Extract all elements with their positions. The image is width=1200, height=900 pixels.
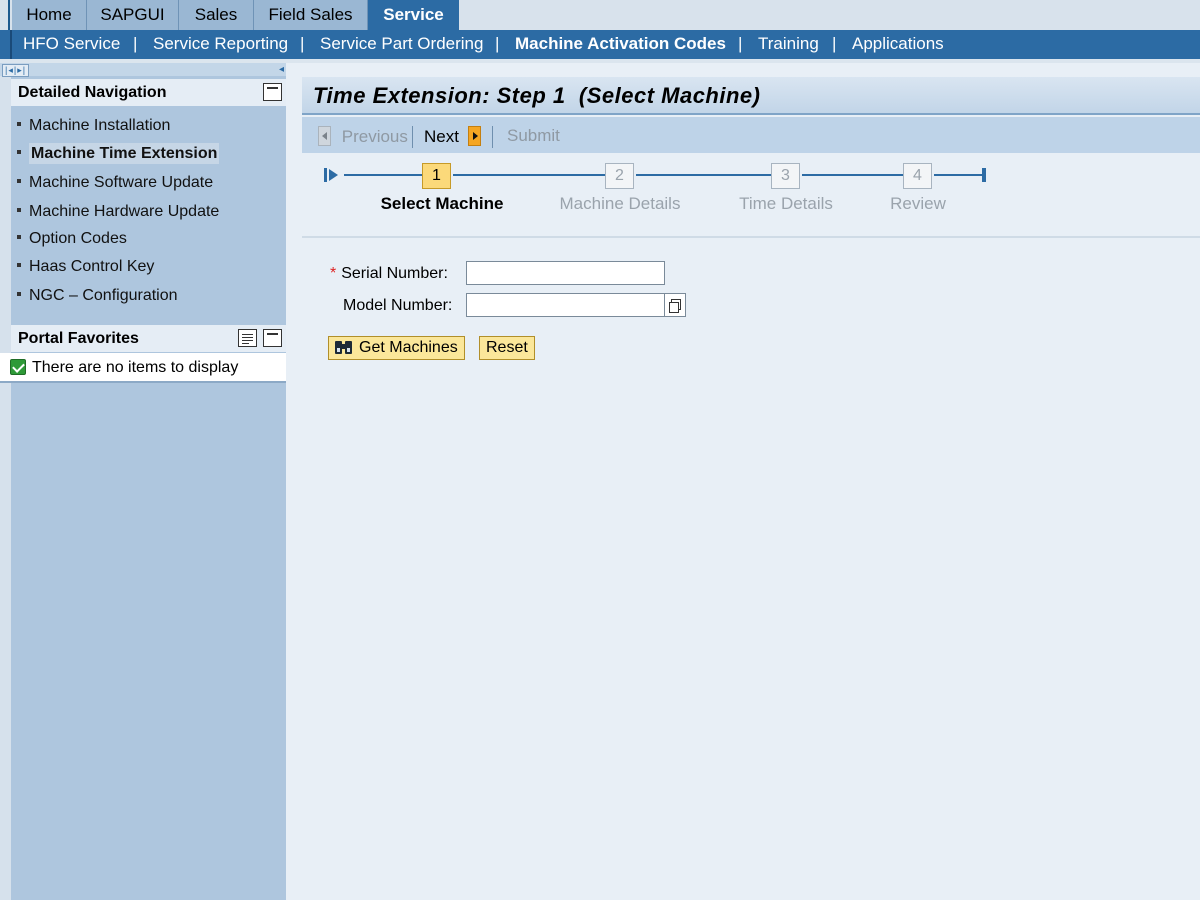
previous-button[interactable]: Previous xyxy=(318,126,408,148)
tab-service[interactable]: Service xyxy=(368,0,459,30)
wizard-connector xyxy=(636,174,771,176)
tab-sales[interactable]: Sales xyxy=(179,0,254,30)
toolbar-separator xyxy=(492,126,493,148)
bullet-icon xyxy=(17,292,21,297)
nav-item-label: Option Codes xyxy=(29,230,127,247)
detailed-navigation-title: Detailed Navigation xyxy=(18,84,167,101)
nav-item-label: Machine Time Extension xyxy=(29,143,220,164)
wizard-connector xyxy=(934,174,982,176)
panel-collapse-bar: |◂|▸| ◂ xyxy=(0,63,286,77)
sub-nav-edge xyxy=(10,30,12,59)
nav-item-label: Haas Control Key xyxy=(29,258,155,275)
nav-item-label: Machine Hardware Update xyxy=(29,203,220,220)
favorites-empty-message: There are no items to display xyxy=(0,353,286,383)
wizard-end-icon xyxy=(982,168,986,182)
wizard-connector xyxy=(453,174,605,176)
tab-home[interactable]: Home xyxy=(12,0,87,30)
bullet-icon xyxy=(17,179,21,184)
serial-number-input[interactable] xyxy=(466,261,665,285)
subnav-service-part-ordering[interactable]: Service Part Ordering xyxy=(320,30,483,58)
wizard-step-1-number[interactable]: 1 xyxy=(422,163,451,189)
serial-number-label: * Serial Number: xyxy=(330,265,448,283)
get-machines-button[interactable]: Get Machines xyxy=(328,336,465,360)
previous-arrow-icon xyxy=(318,126,331,146)
tab-sapgui[interactable]: SAPGUI xyxy=(87,0,179,30)
wizard-step-1-label: Select Machine xyxy=(380,194,504,213)
tab-field-sales[interactable]: Field Sales xyxy=(254,0,368,30)
binoculars-icon xyxy=(335,339,353,355)
subnav-hfo-service[interactable]: HFO Service xyxy=(23,30,120,58)
panel-resize-arrows-icon[interactable]: |◂|▸| xyxy=(2,64,30,77)
subnav-separator: | xyxy=(133,34,138,53)
left-navigation-panel: |◂|▸| ◂ Detailed Navigation Machine Inst… xyxy=(0,63,286,900)
bullet-icon xyxy=(17,122,21,127)
favorites-list-icon[interactable] xyxy=(238,329,257,347)
top-tab-strip: Home SAPGUI Sales Field Sales Service xyxy=(0,0,1200,30)
subnav-training[interactable]: Training xyxy=(758,30,819,58)
subnav-service-reporting[interactable]: Service Reporting xyxy=(153,30,288,58)
page-title: Time Extension: Step 1 (Select Machine) xyxy=(313,83,761,108)
wizard-step-4-label: Review xyxy=(890,194,946,213)
wizard-step-2-number[interactable]: 2 xyxy=(605,163,634,189)
nav-item-label: Machine Installation xyxy=(29,117,171,134)
nav-item-machine-time-extension[interactable]: Machine Time Extension xyxy=(11,142,220,168)
nav-item-machine-hardware-update[interactable]: Machine Hardware Update xyxy=(11,200,219,226)
previous-label: Previous xyxy=(341,127,408,146)
portal-favorites-title: Portal Favorites xyxy=(18,330,139,347)
wizard-connector xyxy=(344,174,422,176)
subnav-separator: | xyxy=(300,34,305,53)
detailed-navigation-header: Detailed Navigation xyxy=(11,79,286,106)
minimize-icon[interactable] xyxy=(263,83,282,101)
wizard-steps: 1 2 3 4 Select Machine Machine Details T… xyxy=(302,157,1200,237)
wizard-connector xyxy=(802,174,903,176)
minimize-icon[interactable] xyxy=(263,329,282,347)
bullet-icon xyxy=(17,208,21,213)
nav-item-haas-control-key[interactable]: Haas Control Key xyxy=(11,255,154,281)
panel-side-strip xyxy=(0,63,11,900)
next-button[interactable]: Next xyxy=(424,126,481,148)
toolbar-separator xyxy=(412,126,413,148)
subnav-separator: | xyxy=(738,34,743,53)
page-title-bar: Time Extension: Step 1 (Select Machine) xyxy=(302,77,1200,115)
nav-item-ngc-configuration[interactable]: NGC – Configuration xyxy=(11,284,178,310)
required-marker: * xyxy=(330,265,337,282)
wizard-step-4-number[interactable]: 4 xyxy=(903,163,932,189)
bullet-icon xyxy=(17,150,21,155)
submit-button[interactable]: Submit xyxy=(507,126,560,148)
nav-item-option-codes[interactable]: Option Codes xyxy=(11,227,127,253)
portal-favorites-header: Portal Favorites xyxy=(11,325,286,352)
subnav-machine-activation-codes[interactable]: Machine Activation Codes xyxy=(515,30,726,58)
next-label: Next xyxy=(424,127,459,146)
nav-item-label: NGC – Configuration xyxy=(29,287,178,304)
nav-item-machine-software-update[interactable]: Machine Software Update xyxy=(11,171,213,197)
favorites-empty-text: There are no items to display xyxy=(32,359,239,376)
next-arrow-icon xyxy=(467,126,481,146)
checkmark-icon xyxy=(10,359,26,375)
subnav-separator: | xyxy=(495,34,500,53)
wizard-start-icon xyxy=(324,168,340,182)
wizard-divider xyxy=(302,236,1200,238)
sub-navigation-bar: HFO Service | Service Reporting | Servic… xyxy=(0,30,1200,59)
bullet-icon xyxy=(17,235,21,240)
subnav-applications[interactable]: Applications xyxy=(852,30,944,58)
get-machines-label: Get Machines xyxy=(359,339,458,356)
reset-button[interactable]: Reset xyxy=(479,336,535,360)
model-number-input[interactable] xyxy=(466,293,665,317)
serial-number-label-text: Serial Number: xyxy=(341,265,448,282)
subnav-separator: | xyxy=(832,34,837,53)
collapse-panel-icon[interactable]: ◂ xyxy=(279,63,284,76)
wizard-toolbar: Previous Next Submit xyxy=(302,117,1200,153)
tab-strip-edge xyxy=(0,0,10,30)
wizard-step-2-label: Machine Details xyxy=(559,194,681,213)
nav-item-machine-installation[interactable]: Machine Installation xyxy=(11,114,170,140)
value-help-icon[interactable] xyxy=(664,293,686,317)
main-content: Time Extension: Step 1 (Select Machine) … xyxy=(302,77,1200,900)
wizard-step-3-number[interactable]: 3 xyxy=(771,163,800,189)
model-number-label: Model Number: xyxy=(343,297,453,314)
nav-item-label: Machine Software Update xyxy=(29,174,214,191)
bullet-icon xyxy=(17,263,21,268)
